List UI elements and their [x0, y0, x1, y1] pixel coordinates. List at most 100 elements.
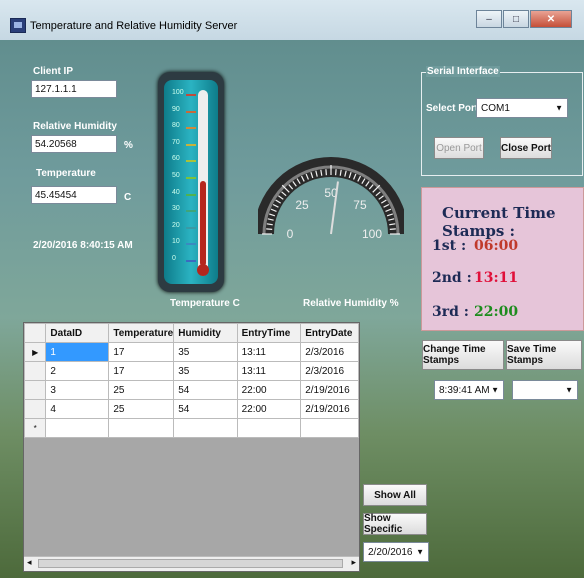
table-cell[interactable]: 25	[108, 399, 175, 419]
thermometer-tick-label: 10	[172, 238, 180, 246]
minimize-button[interactable]: –	[476, 10, 502, 28]
table-cell[interactable]: 2/3/2016	[300, 342, 359, 362]
temperature-unit: C	[124, 192, 132, 203]
column-header[interactable]: EntryDate	[300, 323, 359, 343]
table-cell[interactable]: 2/19/2016	[300, 380, 359, 400]
humidity-field[interactable]: 54.20568	[31, 135, 117, 153]
thermometer-tick-mark	[186, 110, 196, 113]
temperature-label: Temperature	[36, 168, 96, 179]
column-header[interactable]: Temperature	[108, 323, 175, 343]
thermometer-tick-label: 80	[172, 122, 180, 130]
column-header[interactable]: EntryTime	[236, 323, 302, 343]
thermometer-tick-mark	[186, 193, 196, 196]
table-cell[interactable]: 2	[45, 361, 110, 381]
table-cell[interactable]	[300, 418, 359, 438]
date-picker[interactable]: 2/20/2016 ▼	[363, 542, 429, 562]
row-header[interactable]: *	[24, 418, 47, 438]
table-cell[interactable]: 54	[173, 380, 238, 400]
table-cell[interactable]: 17	[108, 361, 175, 381]
chevron-down-icon: ▼	[555, 103, 563, 113]
humidity-label: Relative Humidity	[33, 121, 117, 132]
table-cell[interactable]: 54	[173, 399, 238, 419]
table-cell[interactable]	[108, 418, 175, 438]
table-cell[interactable]: 25	[108, 380, 175, 400]
data-table: DataID Temperature Humidity EntryTime EntryD…	[24, 323, 359, 438]
gauge-tick-label: 0	[287, 227, 294, 238]
thermometer-tick-label: 90	[172, 105, 180, 113]
thermometer-tick-mark	[186, 226, 196, 229]
open-port-button[interactable]: Open Port	[434, 137, 484, 159]
stamp-1-label: 1st :	[432, 238, 467, 254]
time-picker[interactable]: 8:39:41 AM ▼	[434, 380, 504, 400]
table-cell[interactable]: 1	[45, 342, 110, 362]
serial-interface-group	[421, 72, 583, 176]
gauge-arc	[258, 157, 404, 235]
stamp-2-value: 13:11	[474, 270, 519, 286]
thermometer-tick-label: 50	[172, 172, 180, 179]
app-window: Temperature and Relative Humidity Server…	[0, 0, 584, 578]
close-port-button[interactable]: Close Port	[500, 137, 552, 159]
table-cell[interactable]: 2/3/2016	[300, 361, 359, 381]
gauge-tick-label: 100	[362, 227, 382, 238]
row-header[interactable]: ▶	[24, 342, 47, 362]
thermometer-tick-label: 0	[172, 255, 176, 262]
maximize-button[interactable]: □	[503, 10, 529, 28]
close-button[interactable]: ✕	[530, 10, 572, 28]
stamp-slot-select[interactable]: ▼	[512, 380, 578, 400]
data-grid[interactable]: DataID Temperature Humidity EntryTime EntryD…	[23, 322, 360, 572]
table-cell[interactable]: 35	[173, 361, 238, 381]
table-row[interactable]: ▶ 1 17 35 13:11 2/3/2016	[24, 342, 359, 362]
new-row[interactable]: *	[24, 418, 359, 438]
table-cell[interactable]: 17	[108, 342, 175, 362]
table-row[interactable]: 3 25 54 22:00 2/19/2016	[24, 380, 359, 400]
table-cell[interactable]: 2/19/2016	[300, 399, 359, 419]
app-icon	[10, 18, 26, 33]
change-time-stamps-button[interactable]: Change Time Stamps	[422, 340, 504, 370]
scroll-left-icon[interactable]: ◂	[27, 557, 32, 568]
temperature-field[interactable]: 45.45454	[31, 186, 117, 204]
table-row[interactable]: 4 25 54 22:00 2/19/2016	[24, 399, 359, 419]
port-select[interactable]: COM1 ▼	[476, 98, 568, 118]
humidity-unit: %	[124, 140, 133, 151]
show-all-button[interactable]: Show All	[363, 484, 427, 506]
thermometer-tick-mark	[186, 177, 196, 179]
table-cell[interactable]	[173, 418, 238, 438]
thermometer-tick-label: 70	[172, 138, 180, 146]
serial-interface-label: Serial Interface	[426, 66, 500, 77]
chevron-down-icon: ▼	[416, 547, 424, 557]
gauge-tick-label: 75	[353, 198, 367, 212]
scrollbar-thumb[interactable]	[38, 559, 343, 568]
stamp-2-label: 2nd :	[432, 270, 472, 286]
table-cell[interactable]: 22:00	[236, 380, 302, 400]
chevron-down-icon: ▼	[565, 385, 573, 395]
table-cell[interactable]: 13:11	[236, 361, 302, 381]
scroll-right-icon[interactable]: ▸	[351, 557, 356, 568]
save-time-stamps-button[interactable]: Save Time Stamps	[506, 340, 582, 370]
table-cell[interactable]	[236, 418, 302, 438]
thermometer-tick-label: 100	[172, 89, 184, 96]
title-bar: Temperature and Relative Humidity Server…	[0, 0, 584, 40]
column-header[interactable]: Humidity	[173, 323, 238, 343]
window-title: Temperature and Relative Humidity Server	[30, 20, 238, 32]
table-row[interactable]: 2 17 35 13:11 2/3/2016	[24, 361, 359, 381]
client-ip-field[interactable]: 127.1.1.1	[31, 80, 117, 98]
thermometer-mercury	[200, 181, 206, 266]
table-cell[interactable]: 22:00	[236, 399, 302, 419]
horizontal-scrollbar[interactable]: ◂ ▸	[24, 556, 359, 571]
table-cell[interactable]: 13:11	[236, 342, 302, 362]
show-specific-button[interactable]: Show Specific	[363, 513, 427, 535]
thermometer-tick-mark	[186, 160, 196, 163]
time-stamps-panel: Current Time Stamps : 1st : 06:00 2nd : …	[421, 187, 584, 331]
row-header[interactable]	[24, 361, 47, 381]
thermometer-tick-mark	[186, 243, 196, 246]
datetime-label: 2/20/2016 8:40:15 AM	[33, 240, 133, 251]
thermometer-tick-mark	[186, 260, 196, 262]
table-cell[interactable]	[45, 418, 110, 438]
table-cell[interactable]: 4	[45, 399, 110, 419]
row-header[interactable]	[24, 399, 47, 419]
table-cell[interactable]: 3	[45, 380, 110, 400]
column-header[interactable]: DataID	[45, 323, 110, 343]
row-header[interactable]	[24, 380, 47, 400]
thermometer-bulb	[197, 264, 209, 276]
table-cell[interactable]: 35	[173, 342, 238, 362]
